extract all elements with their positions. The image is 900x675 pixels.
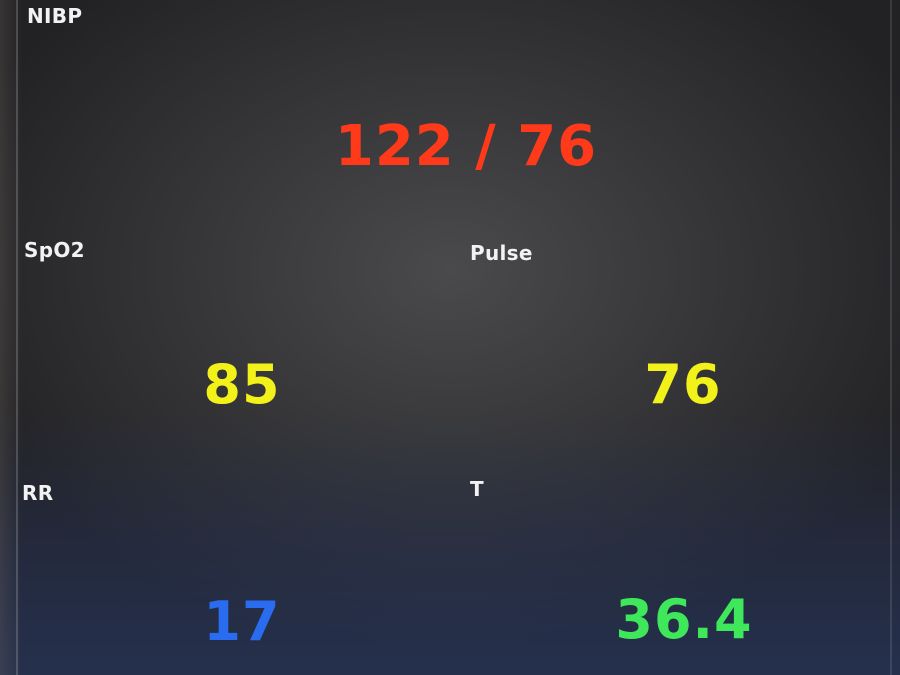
spo2-value: 85: [203, 353, 281, 416]
rr-value: 17: [203, 590, 281, 653]
temperature-label: T: [470, 477, 484, 501]
pulse-value: 76: [644, 353, 722, 416]
screen-left-border: [16, 0, 18, 675]
rr-label: RR: [22, 481, 54, 505]
screen-right-border: [890, 0, 892, 675]
vital-signs-monitor-screen: NIBP 122 / 76 SpO2 85 Pulse 76 RR 17 T 3…: [0, 0, 900, 675]
nibp-label: NIBP: [27, 4, 83, 28]
nibp-value: 122 / 76: [334, 114, 598, 179]
pulse-label: Pulse: [470, 241, 533, 265]
temperature-value: 36.4: [615, 588, 753, 651]
spo2-label: SpO2: [24, 238, 85, 262]
